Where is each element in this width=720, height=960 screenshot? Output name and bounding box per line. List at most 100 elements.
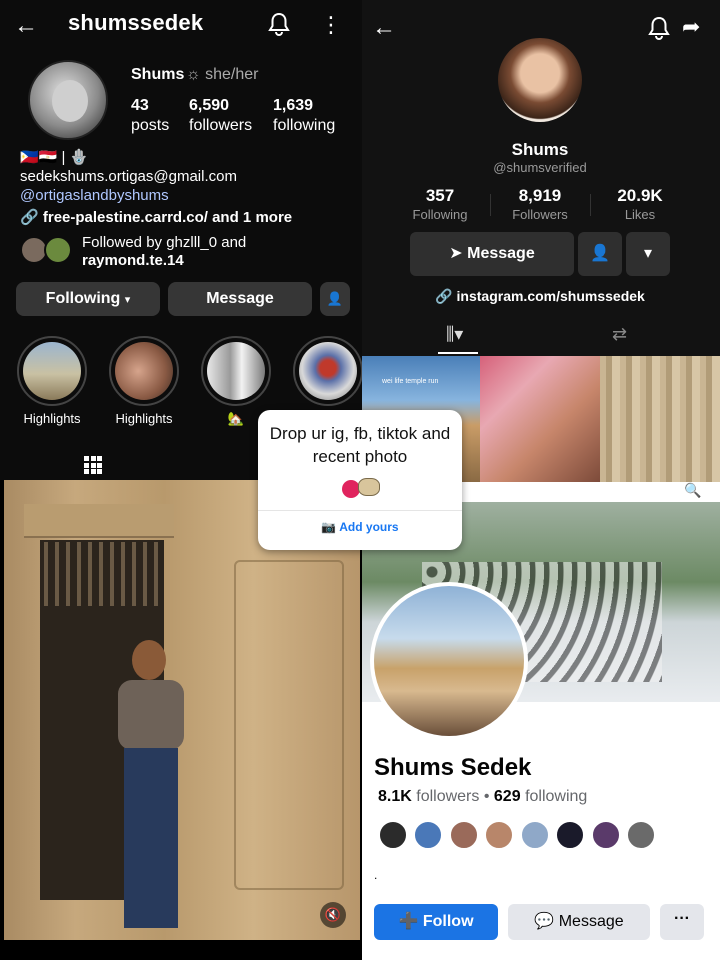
chevron-down-icon: ▾ xyxy=(643,245,653,262)
ig-highlight-ring xyxy=(109,336,179,406)
fb-more-button[interactable]: ··· xyxy=(660,904,704,940)
ig-highlight[interactable]: Highlights xyxy=(108,336,180,426)
fb-followers-label: followers xyxy=(416,788,480,805)
active-tab-indicator xyxy=(438,352,478,354)
ig-highlight-ring xyxy=(201,336,271,406)
tt-message-label: Message xyxy=(467,245,535,262)
wall-carving xyxy=(234,560,344,890)
tt-video-thumbnail[interactable] xyxy=(480,356,600,482)
ig-bio-link[interactable]: 🔗 free-palestine.carrd.co/ and 1 more xyxy=(20,208,292,226)
ig-stat-followers[interactable]: 6,590 followers xyxy=(189,96,252,136)
ig-highlight-label: Highlights xyxy=(115,411,173,426)
friend-avatar[interactable] xyxy=(626,820,656,850)
tt-handle: @shumsverified xyxy=(493,160,587,175)
tt-stat-followers[interactable]: 8,919 Followers xyxy=(490,186,590,224)
divider xyxy=(258,510,462,511)
follow-icon: ➕ xyxy=(398,913,419,930)
ig-followers-count: 6,590 xyxy=(189,97,230,114)
ig-followed-by-text: Followed by ghzlll_0 and raymond.te.14 xyxy=(82,234,246,270)
ig-following-count: 1,639 xyxy=(273,97,314,114)
ig-top-bar: ← shumssedek ⋮ xyxy=(0,0,362,50)
person-figure xyxy=(114,640,184,930)
send-icon: ➤ xyxy=(449,245,463,262)
ig-highlight[interactable]: Highlights xyxy=(16,336,88,426)
notification-bell-icon[interactable] xyxy=(648,16,670,45)
search-icon[interactable]: 🔍 xyxy=(684,482,701,499)
ig-followed-by[interactable]: Followed by ghzlll_0 and raymond.te.14 xyxy=(20,234,360,270)
tt-video-thumbnail[interactable] xyxy=(600,356,720,482)
friend-avatar[interactable] xyxy=(520,820,550,850)
ig-stat-following[interactable]: 1,639 following xyxy=(273,96,335,136)
ig-message-label: Message xyxy=(206,290,274,307)
fb-name: Shums Sedek xyxy=(374,754,532,781)
ig-stat-posts[interactable]: 43 posts xyxy=(131,96,169,136)
fb-followers-count[interactable]: 8.1K xyxy=(378,788,412,805)
ig-followers-label: followers xyxy=(189,117,253,134)
notification-bell-icon[interactable] xyxy=(268,12,290,41)
grid-icon[interactable] xyxy=(84,456,102,474)
tt-followers-label: Followers xyxy=(512,207,568,222)
ig-avatar[interactable] xyxy=(28,60,108,140)
tt-following-count: 357 xyxy=(425,186,455,205)
chevron-down-icon: ▾ xyxy=(124,294,131,306)
tt-stat-likes[interactable]: 20.9K Likes xyxy=(590,186,690,224)
add-yours-sticker[interactable]: Drop ur ig, fb, tiktok and recent photo … xyxy=(258,410,462,550)
tt-following-label: Following xyxy=(412,207,468,222)
ig-bio-email: sedekshums.ortigas@gmail.com xyxy=(20,168,237,185)
ig-username: shumssedek xyxy=(68,10,204,35)
tt-followers-count: 8,919 xyxy=(518,186,562,205)
mutual-avatar xyxy=(44,236,72,264)
fb-bullet: • xyxy=(483,788,490,805)
more-options-icon[interactable]: ⋮ xyxy=(320,12,342,38)
camera-icon: 📷 xyxy=(321,520,337,534)
mute-icon[interactable]: 🔇 xyxy=(320,902,346,928)
user-settings-icon: 👤 xyxy=(590,245,610,262)
ig-add-user-button[interactable]: 👤 xyxy=(320,282,350,316)
ig-pronouns: ☼ she/her xyxy=(186,66,259,83)
tt-stat-following[interactable]: 357 Following xyxy=(390,186,490,224)
tab-videos-icon[interactable]: ⫼▾ xyxy=(446,324,463,345)
friend-avatar[interactable] xyxy=(591,820,621,850)
ig-bio-flags: 🇵🇭🇪🇬 | 🪬 xyxy=(20,149,89,166)
tt-likes-label: Likes xyxy=(624,207,656,222)
tt-bio-link[interactable]: 🔗 instagram.com/shumssedek xyxy=(362,288,718,305)
back-arrow-icon[interactable]: ← xyxy=(372,14,396,42)
share-icon[interactable]: ➦ xyxy=(682,14,700,40)
tt-bio-link-text: instagram.com/shumssedek xyxy=(456,288,645,304)
fb-follow-label: Follow xyxy=(422,913,474,930)
participant-avatar xyxy=(358,478,380,496)
fb-stats: 8.1K followers • 629 following xyxy=(378,788,587,806)
friend-avatar[interactable] xyxy=(413,820,443,850)
tab-reposts-icon[interactable]: ⇄ xyxy=(612,324,627,345)
fb-following-label: following xyxy=(525,788,588,805)
ig-followed-line1: Followed by ghzlll_0 and xyxy=(82,234,247,251)
tt-friend-settings-button[interactable]: 👤 xyxy=(578,232,622,276)
add-yours-label: Add yours xyxy=(339,520,399,534)
tiktok-profile-panel: ← ➦ Shums @shumsverified 357 Following 8… xyxy=(362,0,720,356)
friend-avatar[interactable] xyxy=(484,820,514,850)
add-yours-button[interactable]: 📷 Add yours xyxy=(258,520,462,534)
ig-highlight[interactable] xyxy=(292,336,362,411)
friend-avatar[interactable] xyxy=(378,820,408,850)
ig-bio-mention[interactable]: @ortigaslandbyshums xyxy=(20,187,169,204)
ig-following-button[interactable]: Following ▾ xyxy=(16,282,160,316)
link-icon: 🔗 xyxy=(435,288,453,304)
fb-profile-picture[interactable] xyxy=(370,582,528,740)
ig-display-name: Shums xyxy=(131,66,185,83)
tt-thumb-caption: wei life temple run xyxy=(382,378,439,385)
fb-message-label: Message xyxy=(558,913,624,930)
back-arrow-icon[interactable]: ← xyxy=(14,12,38,40)
tt-message-button[interactable]: ➤ Message xyxy=(410,232,574,276)
tt-avatar[interactable] xyxy=(498,38,582,122)
friend-avatar[interactable] xyxy=(555,820,585,850)
fb-follow-button[interactable]: ➕ Follow xyxy=(374,904,498,940)
fb-message-button[interactable]: 💬 Message xyxy=(508,904,650,940)
ig-pronouns-text: she/her xyxy=(205,66,259,83)
ig-message-button[interactable]: Message xyxy=(168,282,312,316)
ig-following-label: Following xyxy=(45,290,121,307)
friend-avatar[interactable] xyxy=(449,820,479,850)
fb-following-count[interactable]: 629 xyxy=(494,788,521,805)
ig-following-label: following xyxy=(273,117,336,134)
ig-followed-line2: raymond.te.14 xyxy=(82,252,184,269)
tt-dropdown-button[interactable]: ▾ xyxy=(626,232,670,276)
